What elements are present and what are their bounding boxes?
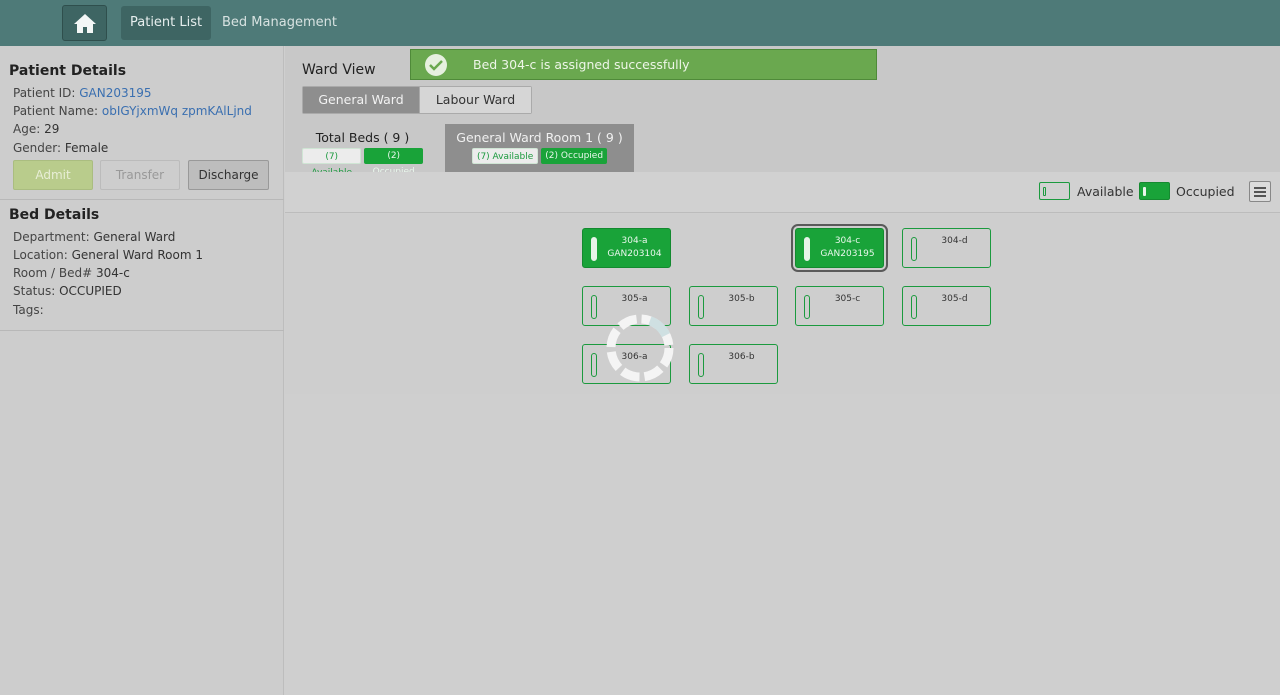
patient-id-label: Patient ID: <box>13 86 76 100</box>
location-label: Location: <box>13 248 68 262</box>
patient-name-row: Patient Name: obIGYjxmWq zpmKAlLjnd <box>13 104 252 118</box>
bed-patient-id: GAN203195 <box>820 249 875 259</box>
bed-icon <box>698 295 704 319</box>
bed-number: 306-b <box>728 352 755 362</box>
loading-spinner-icon <box>606 314 674 382</box>
room-card-total-beds[interactable]: Total Beds ( 9 ) (7) Available (2) Occup… <box>302 124 423 178</box>
toast-message: Bed 304-c is assigned successfully <box>473 57 690 72</box>
bed-number: 304-a <box>621 236 648 246</box>
left-panel: Patient Details Patient ID: GAN203195 Pa… <box>0 46 284 695</box>
gender-value: Female <box>64 141 109 155</box>
tags-label: Tags: <box>13 303 44 317</box>
admit-button[interactable]: Admit <box>13 160 93 190</box>
patient-id-row: Patient ID: GAN203195 <box>13 86 152 100</box>
home-icon <box>73 14 96 33</box>
tab-bed-management[interactable]: Bed Management <box>213 6 346 40</box>
patient-id-value[interactable]: GAN203195 <box>79 86 151 100</box>
department-row: Department: General Ward <box>13 230 175 244</box>
bed-305-d[interactable]: 305-d <box>902 286 991 326</box>
ward-view-title: Ward View <box>302 62 376 78</box>
gender-row: Gender: Female <box>13 141 108 155</box>
bed-icon <box>911 237 917 261</box>
age-value: 29 <box>44 122 60 136</box>
bed-icon <box>911 295 917 319</box>
occupied-badge: (2) Occupied <box>541 148 608 164</box>
patient-name-value[interactable]: obIGYjxmWq zpmKAlLjnd <box>102 104 252 118</box>
divider <box>0 330 284 331</box>
ward-view-panel: Ward View Bed 304-c is assigned successf… <box>285 46 1280 695</box>
bed-number: 305-a <box>621 294 648 304</box>
bed-305-b[interactable]: 305-b <box>689 286 778 326</box>
legend-bar: Available Occupied <box>285 172 1280 213</box>
occupied-legend-swatch <box>1139 182 1170 200</box>
bed-304-d[interactable]: 304-d <box>902 228 991 268</box>
tags-row: Tags: <box>13 303 44 317</box>
ward-tabs: General Ward Labour Ward <box>302 86 532 114</box>
available-badge: (7) Available <box>471 148 539 164</box>
tab-general-ward[interactable]: General Ward <box>303 87 419 113</box>
available-legend-swatch <box>1039 182 1070 200</box>
tab-patient-list[interactable]: Patient List <box>121 6 212 40</box>
bed-number: 305-c <box>834 294 861 304</box>
available-legend-label: Available <box>1077 184 1134 199</box>
bed-icon <box>698 353 704 377</box>
occupied-badge: (2) Occupied <box>364 148 423 177</box>
home-button[interactable] <box>62 5 107 41</box>
room-bed-value: 304-c <box>95 266 130 280</box>
patient-name-label: Patient Name: <box>13 104 99 118</box>
location-row: Location: General Ward Room 1 <box>13 248 203 262</box>
bed-number: 305-b <box>728 294 755 304</box>
check-circle-icon <box>425 53 447 76</box>
room-card-general-ward-room-1[interactable]: General Ward Room 1 ( 9 ) (7) Available … <box>445 124 634 172</box>
bed-306-b[interactable]: 306-b <box>689 344 778 384</box>
age-label: Age: <box>13 122 41 136</box>
bed-304-a[interactable]: 304-a GAN203104 <box>582 228 671 268</box>
room-bed-row: Room / Bed# 304-c <box>13 266 130 280</box>
top-nav-bar: Patient List Bed Management <box>0 0 1280 46</box>
bed-305-c[interactable]: 305-c <box>795 286 884 326</box>
bed-details-title: Bed Details <box>9 207 100 223</box>
occupied-legend-label: Occupied <box>1176 184 1235 199</box>
department-label: Department: <box>13 230 90 244</box>
bed-number: 304-c <box>834 236 861 246</box>
gender-label: Gender: <box>13 141 62 155</box>
ward-header: Ward View Bed 304-c is assigned successf… <box>285 46 1280 178</box>
room-name: Total Beds ( 9 ) <box>315 130 410 145</box>
transfer-button[interactable]: Transfer <box>100 160 180 190</box>
discharge-button[interactable]: Discharge <box>188 160 269 190</box>
success-toast: Bed 304-c is assigned successfully <box>410 49 877 80</box>
bed-304-c[interactable]: 304-c GAN203195 <box>791 224 888 272</box>
status-value: OCCUPIED <box>59 284 122 298</box>
bed-grid: 304-a GAN203104 304-c GAN203195 304-d 305-… <box>285 214 1280 394</box>
status-row: Status: OCCUPIED <box>13 284 122 298</box>
bed-icon <box>804 295 810 319</box>
tab-labour-ward[interactable]: Labour Ward <box>419 87 531 113</box>
bed-number: 304-d <box>941 236 968 246</box>
bed-icon <box>804 237 810 261</box>
location-value: General Ward Room 1 <box>71 248 203 262</box>
bed-icon <box>591 353 597 377</box>
divider <box>0 199 284 200</box>
available-badge: (7) Available <box>302 148 362 178</box>
bed-icon <box>591 237 597 261</box>
bed-icon <box>591 295 597 319</box>
list-view-icon[interactable] <box>1249 181 1271 202</box>
patient-details-title: Patient Details <box>9 63 127 79</box>
status-label: Status: <box>13 284 56 298</box>
room-name: General Ward Room 1 ( 9 ) <box>456 130 623 145</box>
room-bed-label: Room / Bed# <box>13 266 93 280</box>
bed-patient-id: GAN203104 <box>607 249 662 259</box>
age-row: Age: 29 <box>13 122 59 136</box>
department-value: General Ward <box>93 230 176 244</box>
bed-number: 305-d <box>941 294 968 304</box>
